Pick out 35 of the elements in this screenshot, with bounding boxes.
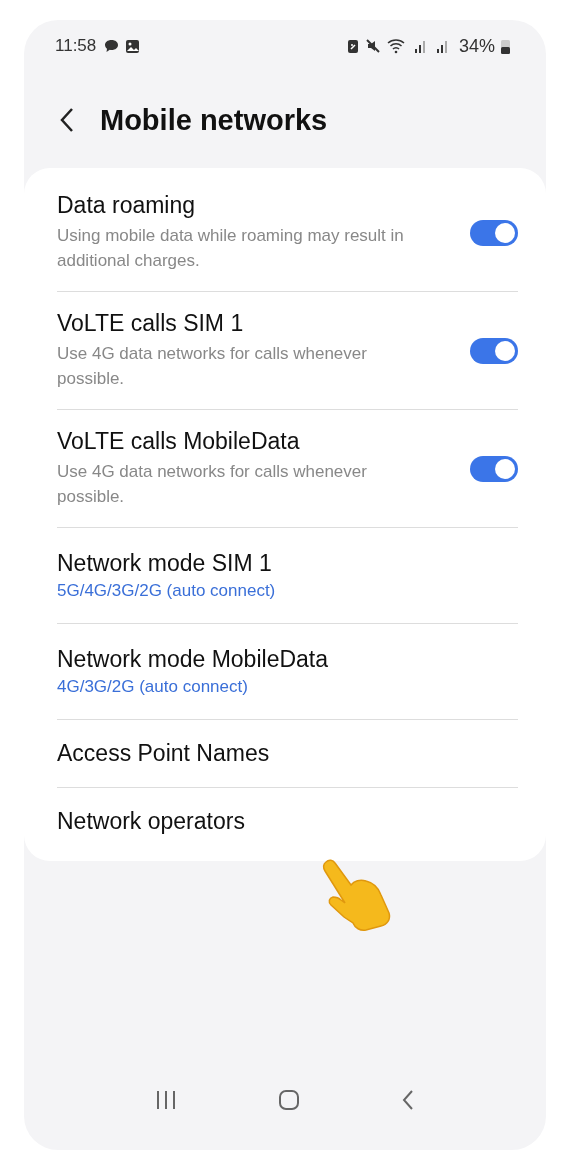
clock-time: 11:58 (55, 36, 97, 56)
settings-item[interactable]: VoLTE calls SIM 1 Use 4G data networks for calls whenever possible. (57, 291, 518, 409)
settings-item[interactable]: Access Point Names (57, 719, 518, 787)
mute-icon (364, 38, 381, 54)
item-title: Data roaming (57, 192, 197, 219)
item-title: Network mode MobileData (57, 646, 329, 673)
image-icon (125, 38, 141, 54)
settings-item[interactable]: VoLTE calls MobileData Use 4G data networks for calls whenever possible. (57, 409, 518, 527)
recents-icon (154, 1090, 177, 1110)
page-title: Mobile networks (100, 103, 328, 137)
toggle-switch[interactable] (470, 337, 518, 364)
toggle-switch[interactable] (470, 219, 518, 246)
item-title: VoLTE calls MobileData (57, 428, 301, 455)
settings-item[interactable]: Network operators (57, 787, 518, 855)
settings-item[interactable]: Network mode MobileData 4G/3G/2G (auto connect) (57, 623, 518, 719)
item-description: Use 4G data networks for calls whenever possible. (57, 461, 368, 508)
item-title: Access Point Names (57, 740, 271, 767)
settings-item[interactable]: Network mode SIM 1 5G/4G/3G/2G (auto connect) (57, 527, 518, 623)
home-icon (278, 1089, 300, 1111)
item-value: 4G/3G/2G (auto connect) (57, 677, 249, 697)
item-description: Using mobile data while roaming may result in additional charges. (57, 225, 405, 272)
back-icon (60, 107, 74, 133)
chat-bubble-icon (104, 39, 120, 53)
item-title: Network operators (57, 808, 246, 835)
battery-saver-icon (346, 38, 359, 54)
item-value: 5G/4G/3G/2G (auto connect) (57, 581, 277, 601)
wifi-icon (386, 38, 407, 54)
battery-percent: 34% (458, 35, 495, 57)
item-title: VoLTE calls SIM 1 (57, 310, 245, 337)
item-description: Use 4G data networks for calls whenever possible. (57, 343, 368, 390)
back-icon (401, 1089, 416, 1111)
settings-item[interactable]: Data roaming Using mobile data while roaming may result in additional charges. (57, 174, 518, 291)
item-title: Network mode SIM 1 (57, 550, 273, 577)
battery-icon (501, 38, 510, 54)
toggle-switch[interactable] (470, 455, 518, 482)
